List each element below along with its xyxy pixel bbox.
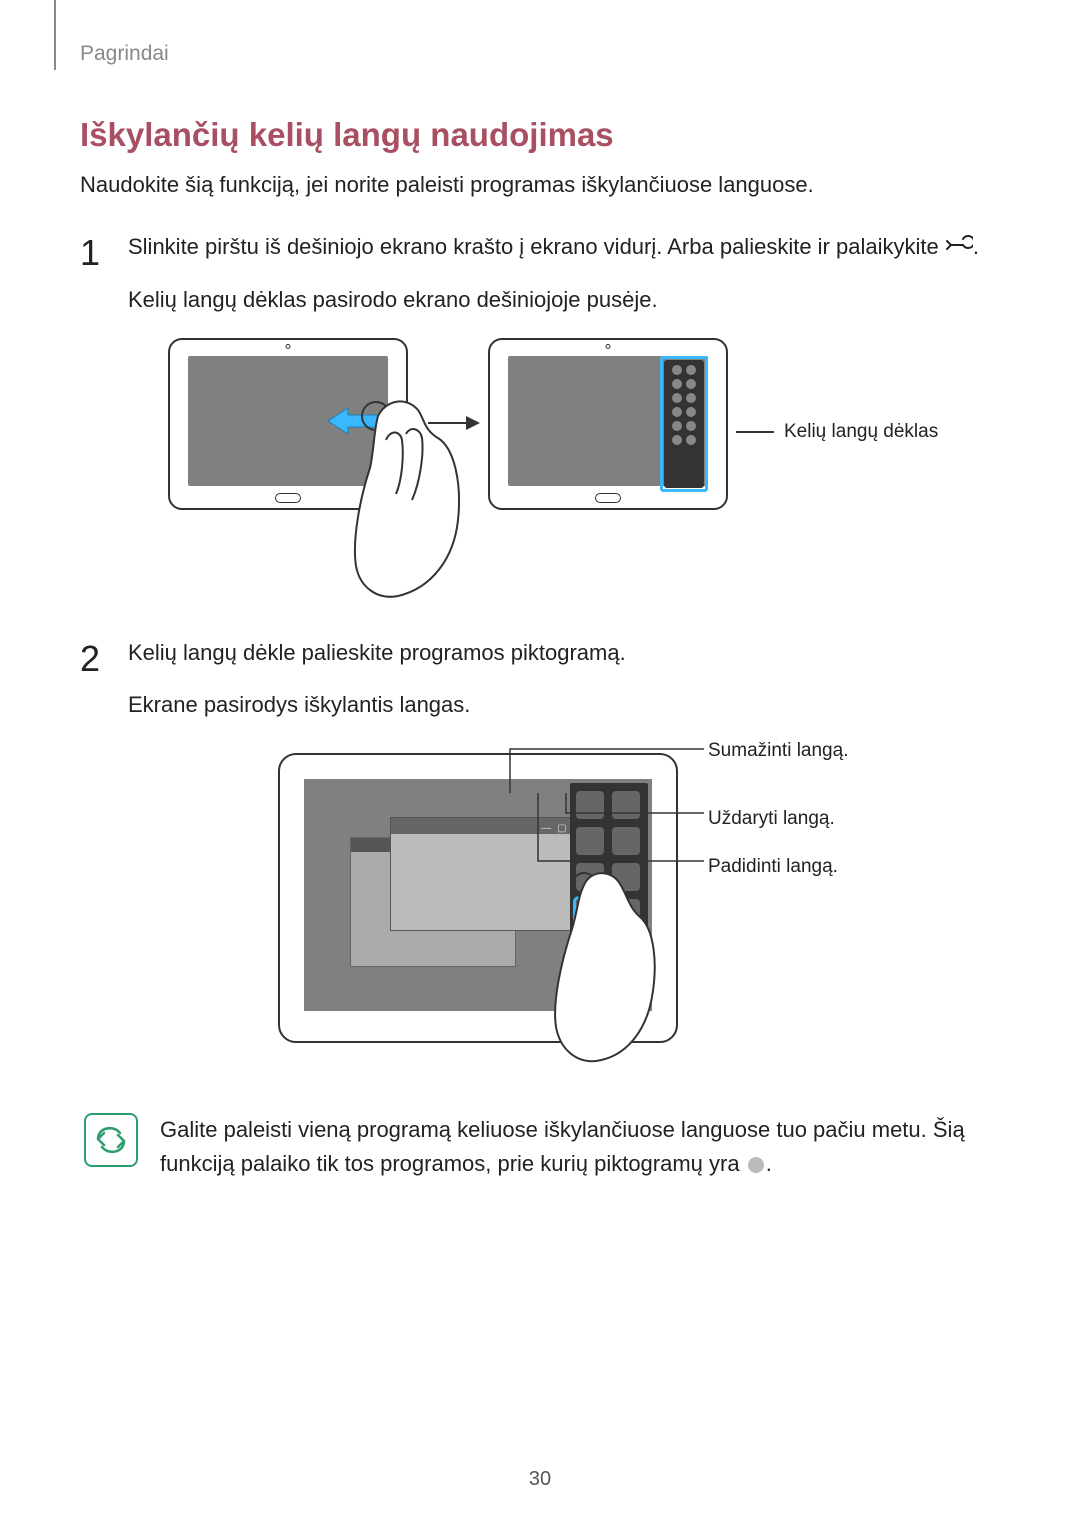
side-rule: [54, 0, 56, 70]
callout-close: Uždaryti langą.: [708, 803, 835, 835]
section-title: Iškylančių kelių langų naudojimas: [80, 116, 1000, 154]
step-1: 1 Slinkite pirštu iš dešiniojo ekrano kr…: [80, 228, 1000, 598]
minimize-icon: —: [541, 820, 551, 837]
multiwindow-badge-icon: [748, 1157, 764, 1173]
callout-maximize: Padidinti langą.: [708, 851, 838, 883]
page-number: 30: [529, 1468, 551, 1491]
figure-2: — ▢ ✕: [278, 743, 1080, 1073]
step2-text-c: Ekrane pasirodys iškylantis langas.: [128, 686, 1000, 723]
callout-minimize: Sumažinti langą.: [708, 735, 848, 767]
step1-text-a: Slinkite pirštu iš dešiniojo ekrano kraš…: [128, 234, 945, 259]
multiwindow-tray: [664, 360, 704, 488]
breadcrumb: Pagrindai: [80, 42, 1000, 66]
callout-tray-label: Kelių langų dėklas: [784, 416, 938, 448]
callout-tray: Kelių langų dėklas: [736, 416, 1026, 448]
hand-tap-icon: [548, 863, 658, 1063]
figure-1: Kelių langų dėklas: [168, 338, 1028, 598]
tablet-after: [488, 338, 728, 510]
maximize-icon: ▢: [557, 820, 566, 837]
transition-arrow-icon: [426, 408, 480, 438]
note-text-b: .: [766, 1151, 772, 1176]
note-box: Galite paleisti vieną programą keliuose …: [80, 1111, 1000, 1181]
step1-text-c: Kelių langų dėklas pasirodo ekrano dešin…: [128, 281, 1000, 318]
intro-text: Naudokite šią funkciją, jei norite palei…: [80, 172, 1000, 198]
step2-text-a: Kelių langų dėkle palieskite programos p…: [128, 640, 626, 665]
back-hold-icon: [945, 229, 973, 266]
step1-text-b: .: [973, 234, 979, 259]
step-2: 2 Kelių langų dėkle palieskite programos…: [80, 634, 1000, 1073]
step-number: 2: [80, 628, 100, 689]
note-text-a: Galite paleisti vieną programą keliuose …: [160, 1117, 965, 1176]
note-icon: [84, 1113, 138, 1167]
step-number: 1: [80, 222, 100, 283]
